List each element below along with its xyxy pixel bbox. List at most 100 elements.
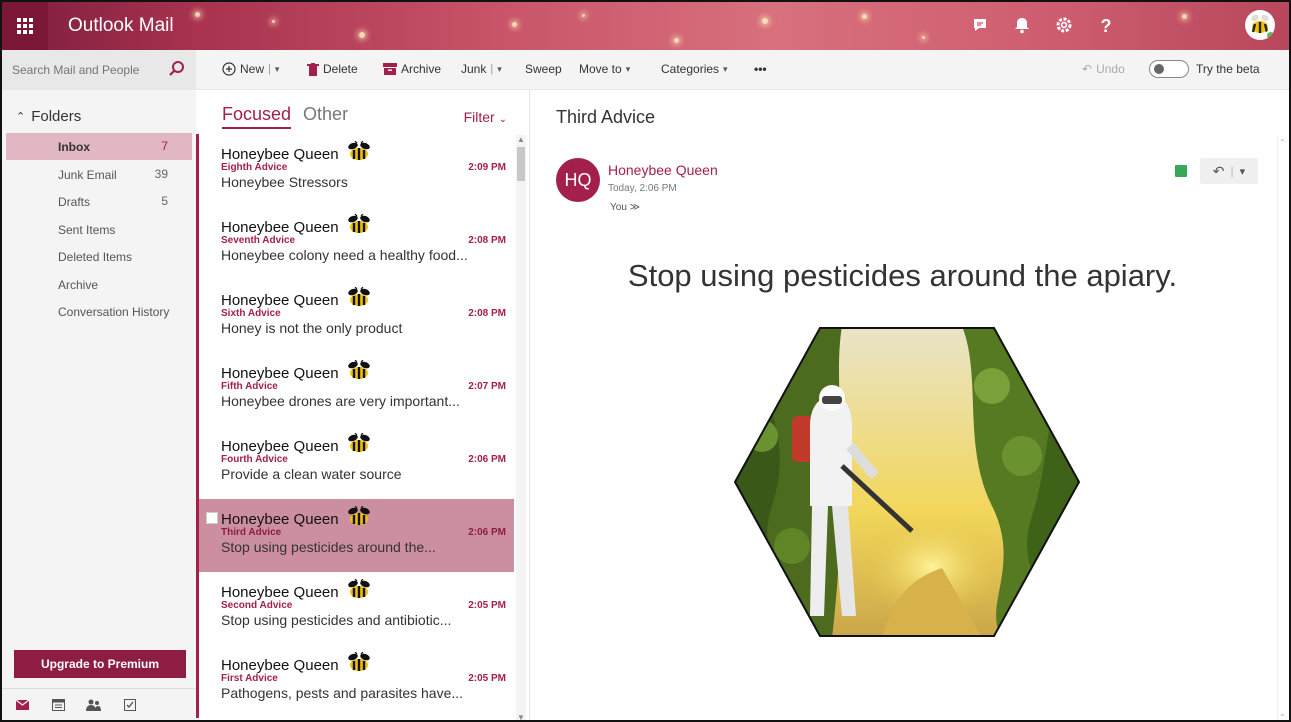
scroll-down-icon[interactable]: ▼ (517, 713, 525, 720)
junk-button[interactable]: Junk | ▾ (461, 62, 502, 76)
new-button[interactable]: New | ▾ (222, 62, 279, 76)
chevron-down-icon: ▾ (625, 63, 631, 74)
folder-deleted-items[interactable]: Deleted Items (6, 243, 192, 270)
search-icon[interactable] (168, 60, 186, 83)
folder-conversation-history[interactable]: Conversation History (6, 298, 192, 325)
header-sparkle (762, 18, 768, 24)
recipients-toggle[interactable]: You ≫ (610, 202, 640, 213)
reply-button[interactable]: ↶ | ▾ (1200, 158, 1258, 184)
archive-button[interactable]: Archive (383, 62, 441, 76)
trash-icon (307, 62, 319, 76)
gear-icon[interactable] (1054, 16, 1074, 36)
reading-pane: Third Advice HQ Honeybee Queen Today, 2:… (530, 90, 1289, 720)
chevron-up-icon: ⌃ (16, 111, 26, 123)
bell-icon[interactable] (1012, 16, 1032, 36)
scroll-up-icon[interactable]: ⌃ (1279, 138, 1286, 147)
message-item[interactable]: Honeybee Queen Eighth Advice 2:09 PM Honeyb… (196, 134, 514, 207)
message-preview: Stop using pesticides and antibiotic... (221, 612, 452, 628)
message-item[interactable]: Honeybee Queen Sixth Advice 2:08 PM Honey i… (196, 280, 514, 353)
reading-pane-scrollbar[interactable]: ⌃ ⌄ (1277, 138, 1287, 718)
delete-button[interactable]: Delete (307, 62, 358, 76)
header-sparkle (582, 14, 585, 17)
scroll-up-icon[interactable]: ▲ (517, 135, 525, 144)
chevron-down-icon[interactable]: ▾ (1240, 165, 1246, 178)
folders-header[interactable]: ⌃ Folders (16, 108, 81, 125)
message-preview: Honeybee drones are very important... (221, 393, 460, 409)
outlook-window: Outlook Mail ? Search Mail and People Ne… (0, 0, 1291, 722)
sender-name: Honeybee Queen (221, 291, 339, 309)
try-beta-label[interactable]: Try the beta (1196, 62, 1260, 76)
message-item[interactable]: Honeybee Queen Second Advice 2:05 PM Stop u… (196, 572, 514, 645)
unread-count: 39 (154, 167, 168, 181)
new-label: New (240, 62, 265, 76)
unread-count: 5 (161, 194, 168, 208)
bee-icon (345, 505, 373, 532)
bee-icon (345, 213, 373, 240)
scroll-down-icon[interactable]: ⌄ (1279, 709, 1286, 718)
select-checkbox[interactable] (206, 512, 218, 524)
chevron-down-icon[interactable]: ▾ (275, 64, 280, 75)
folder-archive[interactable]: Archive (6, 271, 192, 298)
people-icon[interactable] (86, 699, 101, 714)
folder-pane: ⌃ Folders Inbox 7 Junk Email 39 Drafts 5… (2, 90, 196, 720)
filter-button[interactable]: Filter ⌄ (464, 109, 507, 125)
search-input[interactable] (12, 60, 162, 80)
sender-name: Honeybee Queen (221, 437, 339, 455)
unread-count: 7 (161, 139, 168, 153)
bee-icon (345, 140, 373, 167)
chevron-down-icon[interactable]: ▾ (497, 64, 502, 75)
message-item[interactable]: Honeybee Queen Third Advice 2:06 PM Stop us… (196, 499, 514, 572)
sender-name: Honeybee Queen (221, 656, 339, 674)
message-list-scrollbar[interactable]: ▲ ▼ (516, 135, 526, 720)
sender-name: Honeybee Queen (221, 218, 339, 236)
tab-other[interactable]: Other (303, 104, 348, 129)
folder-junk-email[interactable]: Junk Email 39 (6, 161, 192, 188)
app-launcher-button[interactable] (2, 2, 48, 50)
chevron-down-icon: ▾ (723, 63, 728, 74)
folder-inbox[interactable]: Inbox 7 (6, 133, 192, 160)
command-bar: New | ▾ Delete Archive Junk | ▾ Sweep Mo… (2, 50, 1289, 90)
sender-name[interactable]: Honeybee Queen (608, 162, 718, 178)
undo-button[interactable]: ↶ Undo (1082, 62, 1125, 76)
skype-icon[interactable] (970, 16, 990, 36)
bee-icon (345, 578, 373, 605)
message-subject: Third Advice (221, 527, 282, 538)
beta-toggle[interactable] (1149, 60, 1189, 78)
undo-icon: ↶ (1082, 62, 1093, 76)
tab-focused[interactable]: Focused (222, 104, 292, 129)
help-icon[interactable]: ? (1096, 16, 1116, 36)
message-item[interactable]: Honeybee Queen Fourth Advice 2:06 PM Provid… (196, 426, 514, 499)
folders-label: Folders (31, 108, 82, 125)
message-subject: Third Advice (556, 107, 656, 127)
move-to-button[interactable]: Move to ▾ (579, 62, 630, 76)
message-subject: First Advice (221, 673, 278, 684)
user-avatar[interactable] (1245, 10, 1275, 40)
header-sparkle (1182, 14, 1187, 19)
sweep-button[interactable]: Sweep (525, 62, 562, 76)
upgrade-premium-button[interactable]: Upgrade to Premium (14, 650, 186, 678)
sender-avatar[interactable]: HQ (556, 158, 600, 202)
chevron-down-icon: ⌄ (498, 114, 507, 125)
undo-label: Undo (1096, 62, 1125, 76)
tasks-icon[interactable] (124, 699, 136, 714)
waffle-icon (17, 18, 33, 34)
app-title[interactable]: Outlook Mail (68, 15, 174, 37)
calendar-icon[interactable] (52, 699, 65, 714)
message-time: 2:06 PM (468, 454, 506, 465)
bee-icon (345, 432, 373, 459)
message-time: 2:08 PM (468, 308, 506, 319)
folder-label: Conversation History (58, 305, 170, 319)
junk-label: Junk (461, 62, 487, 76)
categories-button[interactable]: Categories ▾ (661, 62, 728, 76)
category-tag-icon[interactable] (1175, 165, 1187, 177)
more-commands-button[interactable]: ••• (754, 62, 767, 76)
folder-drafts[interactable]: Drafts 5 (6, 188, 192, 215)
pesticide-spraying-image (733, 327, 1081, 637)
message-item[interactable]: Honeybee Queen Seventh Advice 2:08 PM Honey… (196, 207, 514, 280)
mail-icon[interactable] (15, 699, 30, 713)
message-item[interactable]: Honeybee Queen First Advice 2:05 PM Pathoge… (196, 645, 514, 718)
folder-sent-items[interactable]: Sent Items (6, 216, 192, 243)
message-item[interactable]: Honeybee Queen Fifth Advice 2:07 PM Honeybe… (196, 353, 514, 426)
scrollbar-thumb[interactable] (517, 147, 525, 181)
header-sparkle (512, 22, 517, 27)
